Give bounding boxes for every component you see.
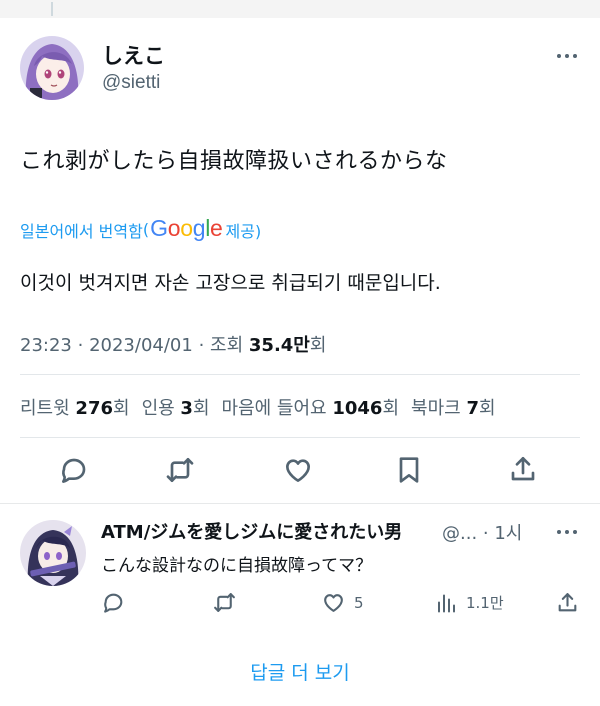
likes-count: 1046 [332, 398, 383, 419]
likes-stat[interactable]: 마음에 들어요 1046회 [222, 398, 400, 419]
views-count: 35.4만 [248, 335, 310, 356]
share-icon[interactable] [507, 453, 539, 485]
reply-icon[interactable] [58, 454, 90, 486]
bookmarks-stat[interactable]: 북마크 7회 [411, 398, 496, 419]
retweet-icon[interactable] [164, 454, 196, 486]
quotes-stat[interactable]: 인용 3회 [142, 398, 210, 419]
reply-retweet-button[interactable] [212, 590, 237, 615]
reply-icon [101, 590, 126, 615]
tweet-date[interactable]: 2023/04/01 [89, 335, 193, 356]
reply-handle-time[interactable]: @... · 1시 [442, 519, 522, 545]
reply-text: こんな設計なのに自損故障ってマ？ [101, 556, 373, 576]
engagement-stats: 리트윗 276회 인용 3회 마음에 들어요 1046회 북마크 7회 [20, 394, 496, 420]
views-label: 조회 [210, 335, 244, 356]
heart-icon [321, 590, 346, 615]
provided-label: 제공) [225, 221, 262, 241]
tweet-text: これ剥がしたら自損故障扱いされるからな [20, 149, 448, 174]
tweet-time[interactable]: 23:23 [20, 335, 72, 356]
author-name[interactable]: しえこ [102, 40, 165, 70]
show-more-replies-link[interactable]: 답글 더 보기 [0, 658, 600, 685]
views-chart-icon [436, 590, 458, 615]
top-bar [0, 0, 600, 18]
more-options-icon[interactable] [557, 51, 579, 61]
reply-views-count: 1.1만 [466, 594, 504, 612]
reply-author-name[interactable]: ATM/ジムを愛しジムに愛されたい男 [101, 518, 402, 544]
google-logo: Google [150, 215, 223, 241]
reply-more-options-icon[interactable] [557, 527, 579, 537]
retweets-count: 276 [75, 398, 113, 419]
author-avatar[interactable] [20, 36, 84, 100]
reply-avatar[interactable] [20, 520, 86, 586]
bookmark-icon[interactable] [393, 454, 425, 486]
tweet-meta: 23:23 · 2023/04/01 · 조회 35.4만회 [20, 335, 327, 356]
views-unit: 회 [309, 335, 327, 356]
divider [20, 374, 580, 375]
author-handle[interactable]: @sietti [102, 72, 160, 94]
section-separator [0, 503, 600, 504]
reply-views-button[interactable]: 1.1만 [436, 590, 504, 615]
bookmarks-count: 7 [466, 398, 479, 419]
retweet-icon [212, 590, 237, 615]
translated-from-label: 일본어에서 번역함 [20, 221, 143, 241]
retweets-stat[interactable]: 리트윗 276회 [20, 398, 130, 419]
reply-like-count: 5 [354, 593, 364, 612]
heart-icon[interactable] [281, 454, 315, 486]
reply-share-button[interactable] [555, 590, 580, 615]
thread-line [51, 2, 53, 16]
translated-text: 이것이 벗겨지면 자손 고장으로 취급되기 때문입니다. [20, 272, 441, 294]
translation-attribution[interactable]: 일본어에서 번역함(Google 제공) [20, 215, 262, 243]
reply-like-button[interactable]: 5 [321, 590, 364, 615]
quotes-count: 3 [180, 398, 193, 419]
reply-reply-button[interactable] [101, 590, 126, 615]
share-icon [555, 590, 580, 615]
divider [20, 437, 580, 438]
